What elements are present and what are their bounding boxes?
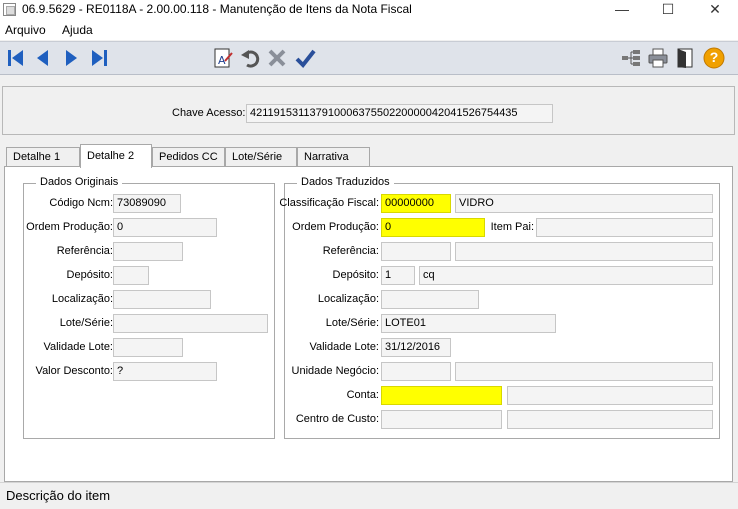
help-glyph: ?	[709, 49, 719, 65]
first-record-icon[interactable]	[5, 47, 27, 69]
ordem-producao-orig-label: Ordem Produção:	[26, 221, 113, 233]
lote-serie-orig-field[interactable]	[113, 314, 268, 333]
valor-desconto-field[interactable]: ?	[113, 362, 217, 381]
centro-custo-field[interactable]	[381, 410, 502, 429]
deposito-trad-desc[interactable]: cq	[419, 266, 713, 285]
group-title-traduzidos: Dados Traduzidos	[297, 176, 394, 188]
referencia-trad-field[interactable]	[381, 242, 451, 261]
next-record-icon[interactable]	[60, 47, 82, 69]
conta-field[interactable]	[381, 386, 502, 405]
validade-lote-orig-label: Validade Lote:	[43, 341, 113, 353]
exit-door-icon[interactable]	[674, 47, 696, 69]
lote-serie-trad-field[interactable]: LOTE01	[381, 314, 556, 333]
validade-lote-orig-field[interactable]	[113, 338, 183, 357]
localizacao-orig-label: Localização:	[51, 293, 113, 305]
tab-panel-detalhe-2: Dados Originais Código Ncm: 73089090 Ord…	[4, 166, 733, 482]
status-text: Descrição do item	[6, 488, 111, 503]
chave-acesso-label: Chave Acesso:	[172, 107, 246, 119]
tree-icon[interactable]	[620, 47, 642, 69]
deposito-orig-label: Depósito:	[66, 269, 113, 281]
unidade-negocio-desc[interactable]	[455, 362, 713, 381]
ordem-producao-orig-field[interactable]: 0	[113, 218, 217, 237]
ordem-producao-trad-label: Ordem Produção:	[292, 221, 379, 233]
item-pai-field[interactable]	[536, 218, 713, 237]
cancel-icon[interactable]	[266, 47, 288, 69]
chave-acesso-field[interactable]: 4211915311379100063755022000004204152675…	[246, 104, 553, 123]
maximize-button[interactable]: ☐	[645, 0, 691, 20]
validade-lote-trad-field[interactable]: 31/12/2016	[381, 338, 451, 357]
localizacao-orig-field[interactable]	[113, 290, 211, 309]
edit-text-icon[interactable]: A	[212, 47, 234, 69]
valor-desconto-label: Valor Desconto:	[35, 365, 113, 377]
deposito-trad-field[interactable]: 1	[381, 266, 415, 285]
help-icon[interactable]: ?	[703, 47, 725, 69]
validade-lote-trad-label: Validade Lote:	[309, 341, 379, 353]
conta-desc[interactable]	[507, 386, 713, 405]
classificacao-fiscal-label: Classificação Fiscal:	[279, 197, 379, 209]
undo-icon[interactable]	[239, 47, 261, 69]
ordem-producao-trad-field[interactable]: 0	[381, 218, 485, 237]
confirm-icon[interactable]	[294, 47, 316, 69]
classificacao-fiscal-field[interactable]: 00000000	[381, 194, 451, 213]
tab-detalhe-2[interactable]: Detalhe 2	[80, 144, 152, 168]
window-title: 06.9.5629 - RE0118A - 2.00.00.118 - Manu…	[22, 2, 412, 16]
localizacao-trad-label: Localização:	[317, 293, 379, 305]
menu-bar: Arquivo Ajuda	[0, 20, 738, 40]
toolbar: A ?	[0, 41, 738, 75]
group-title-originais: Dados Originais	[36, 176, 123, 188]
menu-arquivo[interactable]: Arquivo	[5, 23, 46, 37]
minimize-button[interactable]: —	[599, 0, 645, 20]
tab-pedidos-cc[interactable]: Pedidos CC	[152, 147, 225, 167]
last-record-icon[interactable]	[88, 47, 110, 69]
classificacao-fiscal-desc[interactable]: VIDRO	[455, 194, 713, 213]
centro-custo-desc[interactable]	[507, 410, 713, 429]
referencia-orig-field[interactable]	[113, 242, 183, 261]
main-area: Chave Acesso: 42119153113791000637550220…	[0, 76, 738, 482]
close-button[interactable]: ✕	[692, 0, 738, 20]
unidade-negocio-field[interactable]	[381, 362, 451, 381]
unidade-negocio-label: Unidade Negócio:	[291, 365, 379, 377]
title-bar: 06.9.5629 - RE0118A - 2.00.00.118 - Manu…	[0, 0, 738, 20]
tab-detalhe-1[interactable]: Detalhe 1	[6, 147, 80, 167]
localizacao-trad-field[interactable]	[381, 290, 479, 309]
referencia-orig-label: Referência:	[56, 245, 113, 257]
status-bar: Descrição do item	[0, 482, 738, 509]
lote-serie-trad-label: Lote/Série:	[325, 317, 379, 329]
app-icon	[3, 3, 16, 16]
codigo-ncm-field[interactable]: 73089090	[113, 194, 181, 213]
item-pai-label: Item Pai:	[490, 221, 534, 233]
referencia-trad-label: Referência:	[322, 245, 379, 257]
previous-record-icon[interactable]	[32, 47, 54, 69]
codigo-ncm-label: Código Ncm:	[49, 197, 113, 209]
tab-lote-serie[interactable]: Lote/Série	[225, 147, 297, 167]
lote-serie-orig-label: Lote/Série:	[59, 317, 113, 329]
centro-custo-label: Centro de Custo:	[295, 413, 379, 425]
tab-narrativa[interactable]: Narrativa	[297, 147, 370, 167]
deposito-orig-field[interactable]	[113, 266, 149, 285]
print-icon[interactable]	[647, 47, 669, 69]
referencia-trad-desc[interactable]	[455, 242, 713, 261]
deposito-trad-label: Depósito:	[332, 269, 379, 281]
menu-ajuda[interactable]: Ajuda	[62, 23, 93, 37]
conta-label: Conta:	[346, 389, 379, 401]
